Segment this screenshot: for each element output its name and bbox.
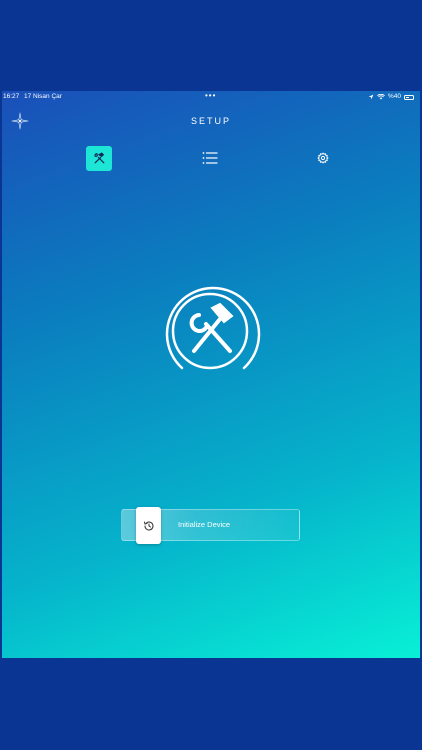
slider-handle[interactable]: [136, 507, 161, 544]
hammer-wrench-icon: [93, 152, 104, 164]
status-time: 16:27: [3, 93, 20, 100]
battery-icon: [404, 94, 414, 100]
wifi-icon: [377, 94, 385, 100]
status-bar: 16:27 17 Nisan Çar ••• %40: [2, 91, 420, 103]
status-date: 17 Nisan Çar: [24, 93, 62, 100]
hero-setup-icon: [165, 286, 261, 370]
app-screen: 16:27 17 Nisan Çar ••• %40 SETUP Initial…: [2, 91, 420, 658]
battery-percent: %40: [387, 93, 401, 100]
initialize-device-slider[interactable]: Initialize Device: [121, 507, 300, 544]
location-icon: [368, 94, 374, 100]
status-right: %40: [368, 91, 414, 103]
tab-setup[interactable]: [86, 146, 112, 171]
slider-label: Initialize Device: [178, 520, 231, 529]
tab-settings[interactable]: [317, 152, 329, 164]
tab-list[interactable]: [202, 151, 218, 165]
history-icon: [143, 521, 153, 531]
hammer-wrench-icon: [189, 302, 234, 353]
page-title: SETUP: [190, 116, 231, 126]
multitasking-dots[interactable]: •••: [205, 91, 216, 101]
